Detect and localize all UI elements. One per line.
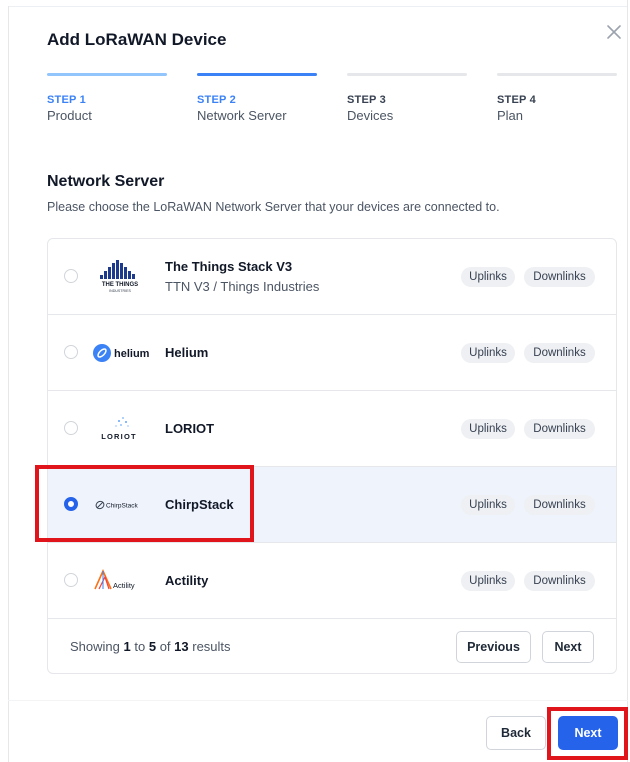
logo-subtext: INDUSTRIES [109, 289, 131, 293]
section-subtitle: Please choose the LoRaWAN Network Server… [47, 200, 500, 214]
logo-text: LORIOT [101, 432, 137, 441]
dialog-top-border [8, 6, 628, 7]
server-name: LORIOT [165, 421, 215, 436]
logo-text: THE THINGS [102, 282, 138, 288]
dialog-title: Add LoRaWAN Device [47, 30, 227, 49]
step-product: STEP 1 Product [47, 73, 167, 123]
server-name: The Things Stack V3 [165, 259, 293, 274]
downlinks-badge: Downlinks [524, 571, 595, 591]
server-name: Actility [165, 573, 209, 588]
of-word: of [159, 639, 171, 654]
server-name: ChirpStack [165, 497, 234, 512]
server-radio[interactable] [64, 421, 78, 435]
step-number: STEP 4 [497, 94, 536, 106]
step-number: STEP 2 [197, 94, 236, 106]
dialog-right-border [627, 0, 628, 762]
add-device-dialog: Add LoRaWAN Device STEP 1 Product STEP 2… [0, 0, 630, 762]
server-row-the-things-stack[interactable]: THE THINGS INDUSTRIES The Things Stack V… [48, 239, 616, 315]
total-results: 13 [174, 639, 189, 654]
pagination: Showing 1 to 5 of 13 results Previous Ne… [48, 619, 616, 673]
logo-text: helium [114, 348, 150, 360]
loriot-logo-icon: LORIOT [92, 409, 156, 449]
downlinks-badge: Downlinks [524, 267, 595, 287]
step-devices: STEP 3 Devices [347, 73, 467, 123]
next-button[interactable]: Next [558, 716, 618, 750]
uplinks-badge: Uplinks [461, 571, 515, 591]
step-bar-current [197, 73, 317, 76]
step-name: Product [47, 108, 92, 123]
downlinks-badge: Downlinks [524, 495, 595, 515]
step-plan: STEP 4 Plan [497, 73, 617, 123]
dialog-left-border [8, 6, 9, 762]
network-server-list: THE THINGS INDUSTRIES The Things Stack V… [47, 238, 617, 674]
server-radio-selected[interactable] [64, 497, 78, 511]
close-icon[interactable] [604, 22, 624, 42]
step-network-server: STEP 2 Network Server [197, 73, 317, 123]
server-radio[interactable] [64, 269, 78, 283]
step-number: STEP 1 [47, 94, 86, 106]
server-radio[interactable] [64, 573, 78, 587]
footer-divider [8, 700, 628, 701]
server-name: Helium [165, 345, 209, 360]
step-bar-pending [347, 73, 467, 76]
actility-logo-icon: Actility [92, 561, 156, 601]
server-row-helium[interactable]: helium Helium Uplinks Downlinks [48, 315, 616, 391]
uplinks-badge: Uplinks [461, 267, 515, 287]
showing-prefix: Showing [70, 639, 120, 654]
results-summary: Showing 1 to 5 of 13 results [70, 639, 231, 654]
server-radio[interactable] [64, 345, 78, 359]
server-row-chirpstack[interactable]: ChirpStack ChirpStack Uplinks Downlinks [48, 467, 616, 543]
uplinks-badge: Uplinks [461, 419, 515, 439]
downlinks-badge: Downlinks [524, 343, 595, 363]
step-bar-pending [497, 73, 617, 76]
step-number: STEP 3 [347, 94, 386, 106]
server-subtitle: TTN V3 / Things Industries [165, 279, 320, 294]
step-bar-complete [47, 73, 167, 76]
helium-logo-icon: helium [92, 333, 156, 373]
downlinks-badge: Downlinks [524, 419, 595, 439]
uplinks-badge: Uplinks [461, 343, 515, 363]
uplinks-badge: Uplinks [461, 495, 515, 515]
step-name: Plan [497, 108, 524, 123]
next-page-button[interactable]: Next [542, 631, 594, 663]
back-button[interactable]: Back [486, 716, 546, 750]
results-suffix: results [192, 639, 231, 654]
logo-text: ChirpStack [106, 503, 139, 510]
server-row-actility[interactable]: Actility Actility Uplinks Downlinks [48, 543, 616, 619]
chirpstack-logo-icon: ChirpStack [92, 485, 156, 525]
server-row-loriot[interactable]: LORIOT LORIOT Uplinks Downlinks [48, 391, 616, 467]
range-to: 5 [148, 639, 157, 654]
previous-page-button[interactable]: Previous [456, 631, 531, 663]
step-name: Devices [347, 108, 394, 123]
logo-text: Actility [113, 581, 135, 590]
section-title: Network Server [47, 173, 165, 190]
step-name: Network Server [197, 108, 287, 123]
range-from: 1 [123, 639, 131, 654]
to-word: to [134, 639, 146, 654]
the-things-industries-logo-icon: THE THINGS INDUSTRIES [92, 257, 156, 297]
